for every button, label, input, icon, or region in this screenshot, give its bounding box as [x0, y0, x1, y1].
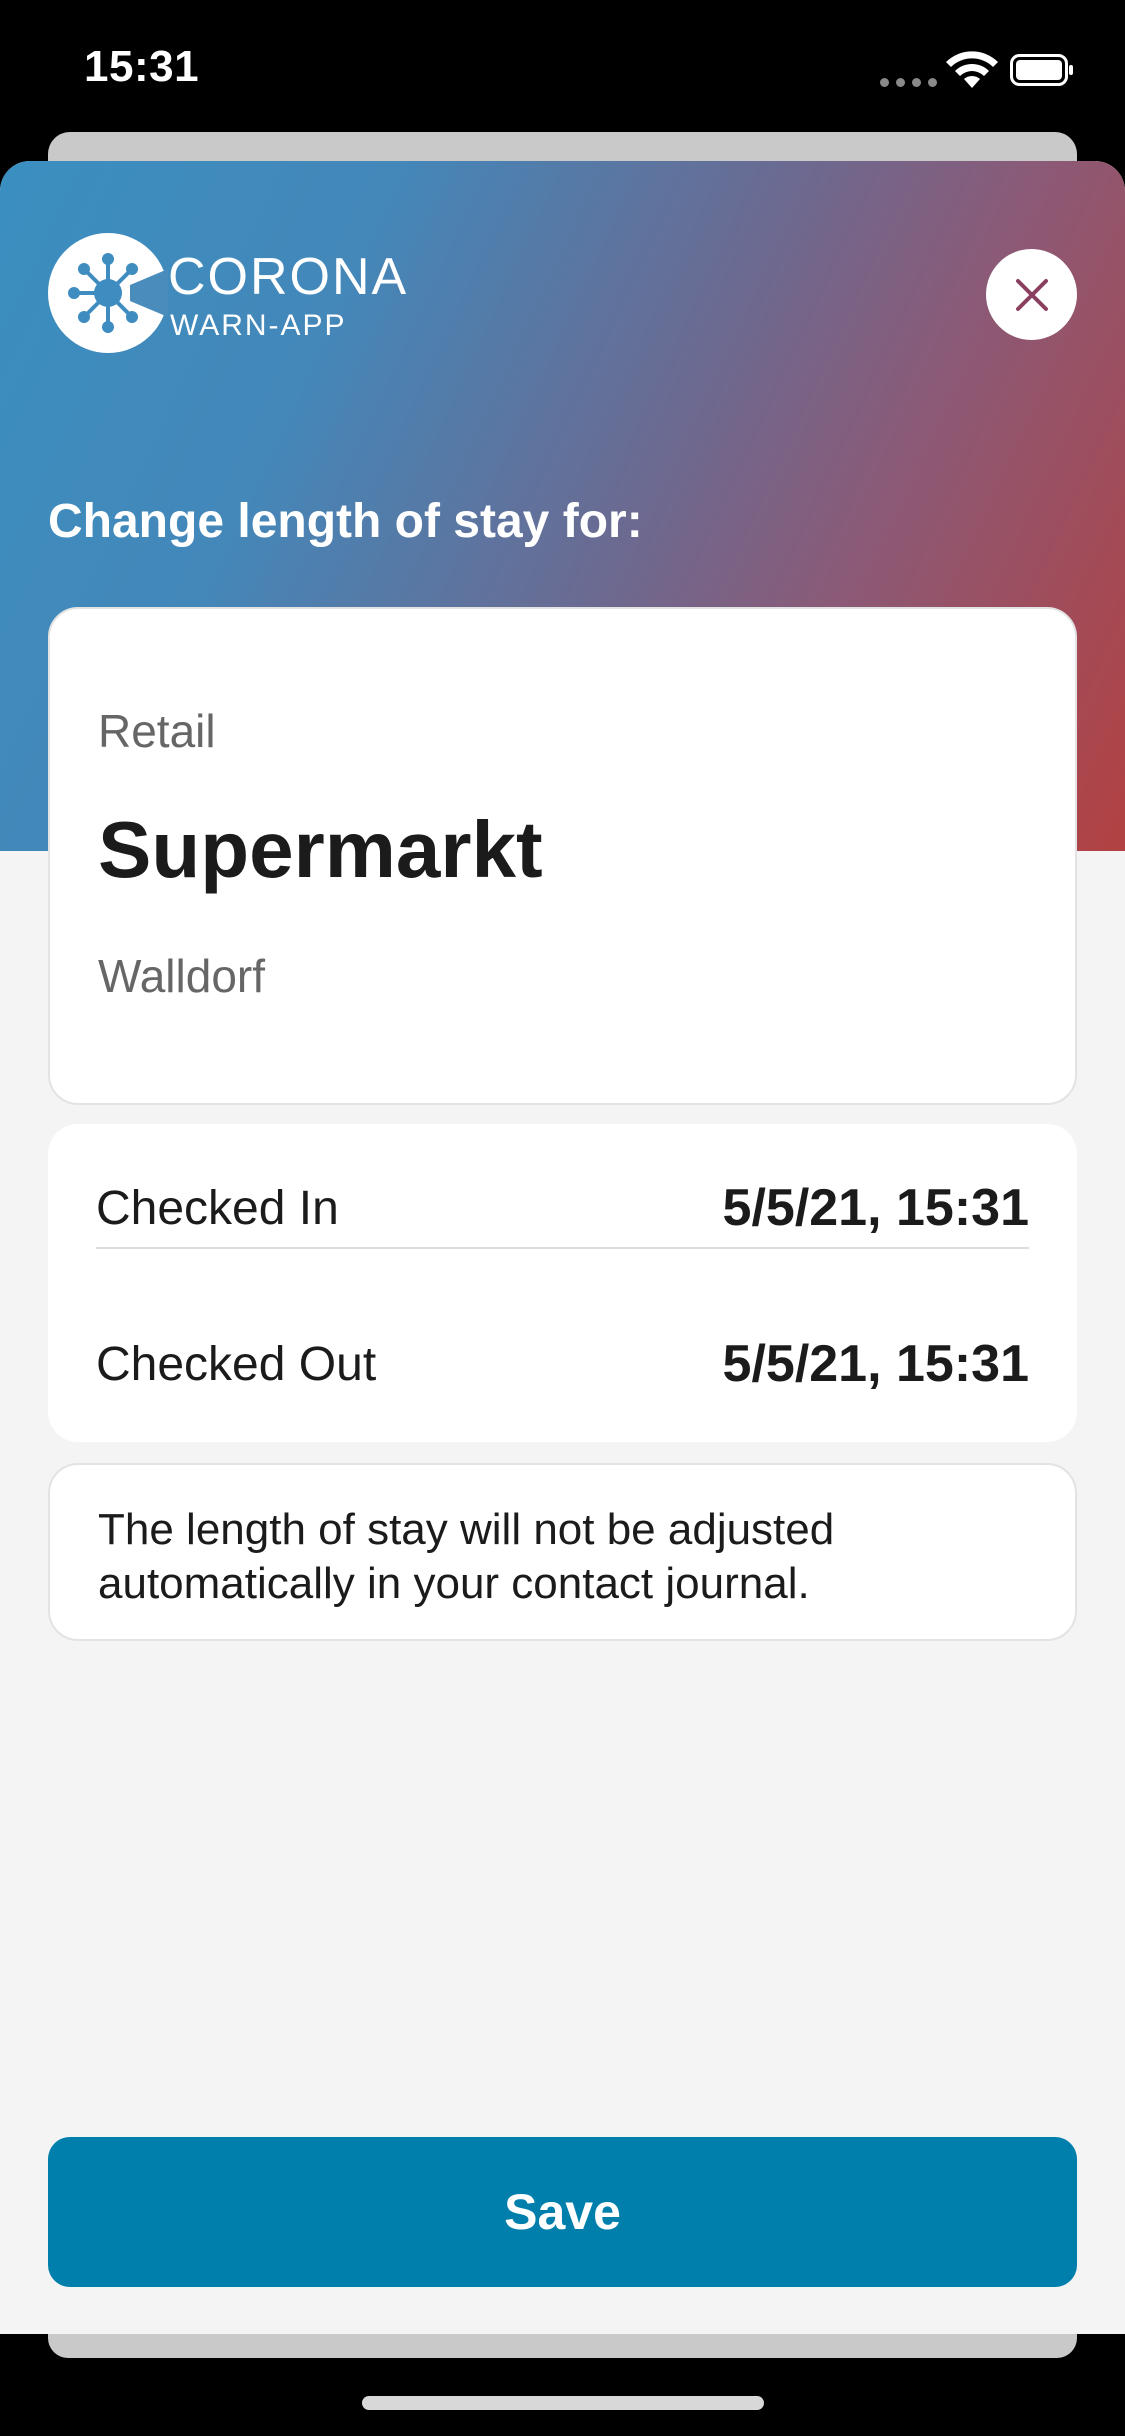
change-stay-sheet: CORONA WARN-APP Change length of stay fo…	[0, 161, 1125, 2334]
checked-out-row[interactable]: Checked Out 5/5/21, 15:31	[96, 1324, 1029, 1404]
home-indicator[interactable]	[362, 2396, 764, 2410]
brand-title: CORONA	[168, 248, 409, 306]
brand-subtitle: WARN-APP	[170, 309, 347, 342]
close-button[interactable]	[986, 249, 1077, 340]
info-note-card: The length of stay will not be adjusted …	[48, 1463, 1077, 1641]
battery-icon	[1010, 54, 1073, 86]
location-name: Supermarkt	[98, 805, 543, 894]
location-type: Retail	[98, 705, 216, 757]
checked-out-value[interactable]: 5/5/21, 15:31	[723, 1334, 1029, 1394]
corona-logo-icon	[48, 233, 168, 353]
status-bar: 15:31	[0, 0, 1125, 135]
wifi-icon	[946, 51, 998, 88]
checked-in-row[interactable]: Checked In 5/5/21, 15:31	[96, 1168, 1029, 1248]
background-sheet-bottom	[48, 2334, 1077, 2358]
save-button[interactable]: Save	[48, 2137, 1077, 2287]
location-city: Walldorf	[98, 950, 265, 1002]
checked-in-label: Checked In	[96, 1181, 339, 1235]
page-title: Change length of stay for:	[48, 495, 643, 548]
close-icon	[1015, 278, 1048, 311]
info-note-text: The length of stay will not be adjusted …	[98, 1505, 835, 1608]
status-time: 15:31	[84, 42, 200, 91]
divider	[96, 1247, 1029, 1249]
checked-in-value[interactable]: 5/5/21, 15:31	[723, 1178, 1029, 1238]
location-card: Retail Supermarkt Walldorf	[48, 607, 1077, 1105]
checked-out-label: Checked Out	[96, 1337, 377, 1391]
cellular-signal-icon	[880, 78, 937, 87]
corona-warn-app-logo: CORONA WARN-APP	[48, 233, 468, 357]
stay-times-card: Checked In 5/5/21, 15:31 Checked Out 5/5…	[48, 1124, 1077, 1442]
